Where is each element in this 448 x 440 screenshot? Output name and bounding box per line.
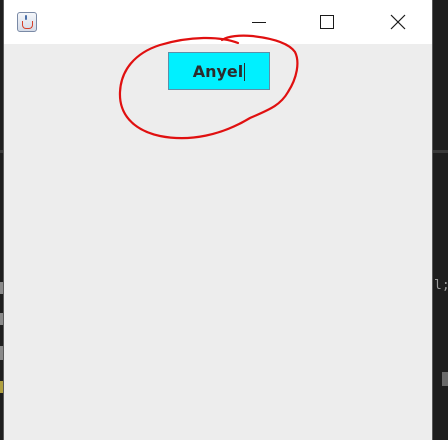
title-bar[interactable] xyxy=(4,0,432,44)
java-icon[interactable] xyxy=(17,12,37,32)
minimize-icon xyxy=(252,22,266,23)
app-window: Anyel xyxy=(4,0,432,440)
maximize-icon xyxy=(320,15,334,29)
anyel-button-label: Anyel xyxy=(192,62,246,81)
maximize-button[interactable] xyxy=(304,0,350,44)
close-button[interactable] xyxy=(375,0,421,44)
java-cup-glyph xyxy=(22,21,33,29)
content-pane xyxy=(4,44,432,440)
background-code-glyph xyxy=(442,372,448,386)
screen: l; xyxy=(0,0,448,440)
java-steam-glyph xyxy=(25,15,27,20)
background-code-text: l; xyxy=(434,278,448,293)
close-icon xyxy=(390,14,406,30)
minimize-button[interactable] xyxy=(236,0,282,44)
anyel-button[interactable]: Anyel xyxy=(168,52,270,90)
